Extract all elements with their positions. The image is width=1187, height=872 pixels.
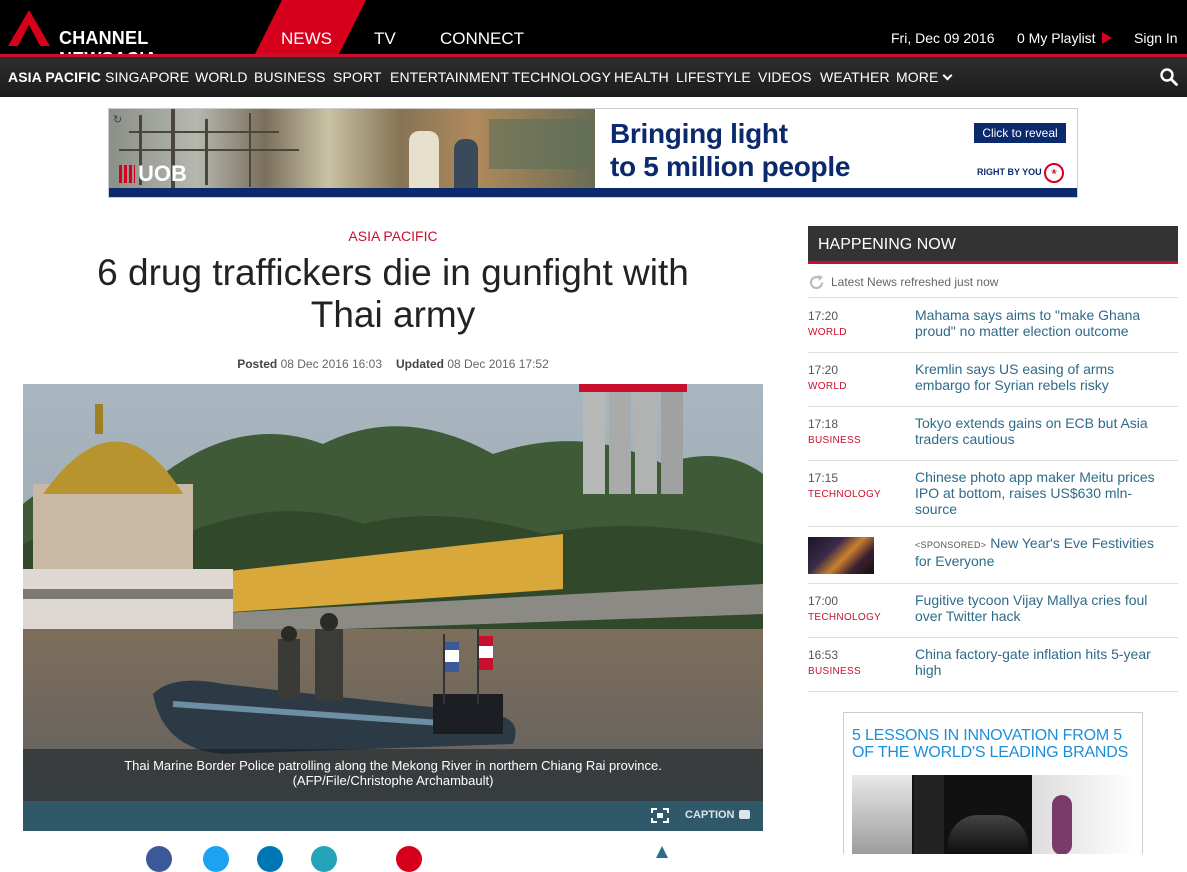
nav-health[interactable]: HEALTH	[614, 69, 669, 85]
nav-technology[interactable]: TECHNOLOGY	[512, 69, 611, 85]
playlist-add-icon[interactable]	[396, 846, 422, 872]
nav-asia-pacific[interactable]: ASIA PACIFIC	[8, 69, 101, 85]
search-icon[interactable]	[1160, 68, 1178, 86]
sponsored-item[interactable]: <SPONSORED> New Year's Eve Festivities f…	[808, 527, 1178, 584]
news-headline-link[interactable]: Fugitive tycoon Vijay Mallya cries foul …	[915, 592, 1165, 624]
news-time: 17:15	[808, 471, 839, 485]
happening-now-header: HAPPENING NOW	[808, 226, 1178, 264]
news-category: BUSINESS	[808, 666, 861, 677]
twitter-share-icon[interactable]	[203, 846, 229, 872]
speech-bubble-icon	[738, 810, 750, 819]
ad-bottom-bar	[109, 188, 1077, 197]
refresh-text: Latest News refreshed just now	[831, 275, 999, 289]
nav-more-label: MORE	[896, 69, 939, 85]
my-playlist-link[interactable]: 0 My Playlist	[1017, 30, 1112, 46]
share-buttons	[146, 846, 686, 872]
channel-newsasia-logo[interactable]: CHANNEL NEWSASIA	[8, 10, 248, 69]
updated-time: 08 Dec 2016 17:52	[447, 357, 549, 371]
playlist-label: 0 My Playlist	[1017, 30, 1096, 46]
news-time: 17:18	[808, 417, 839, 431]
current-date: Fri, Dec 09 2016	[891, 30, 995, 46]
section-nav: ASIA PACIFIC SINGAPORE WORLD BUSINESS SP…	[0, 57, 1187, 97]
article-photo: Thai Marine Border Police patrolling alo…	[23, 384, 763, 831]
uob-mark-icon	[119, 165, 135, 183]
linkedin-share-icon[interactable]	[257, 846, 283, 872]
play-icon	[1101, 32, 1112, 44]
tab-news-label: NEWS	[281, 29, 332, 48]
email-share-icon[interactable]	[311, 846, 337, 872]
ad-headline: Bringing light to 5 million people	[610, 118, 851, 182]
news-category: TECHNOLOGY	[808, 489, 882, 500]
nav-singapore[interactable]: SINGAPORE	[105, 69, 189, 85]
news-time: 16:53	[808, 648, 839, 662]
news-headline-link[interactable]: Mahama says aims to "make Ghana proud" n…	[915, 307, 1165, 339]
news-time: 17:00	[808, 594, 839, 608]
nav-entertainment[interactable]: ENTERTAINMENT	[390, 69, 509, 85]
caption-button-label: CAPTION	[685, 809, 735, 821]
news-item[interactable]: 17:15 TECHNOLOGY Chinese photo app maker…	[808, 461, 1178, 527]
sponsored-headline-link[interactable]: <SPONSORED> New Year's Eve Festivities f…	[915, 535, 1165, 569]
news-time: 17:20	[808, 363, 839, 377]
uob-seal-icon: ❀	[1044, 163, 1064, 183]
article-section-link[interactable]: ASIA PACIFIC	[23, 228, 763, 244]
news-category: WORLD	[808, 327, 847, 338]
uob-ad-banner[interactable]: ↻ UOB Bringing light to 5 million people…	[108, 108, 1078, 198]
font-size-icon[interactable]	[656, 846, 668, 858]
ad-tagline: RIGHT BY YOU	[977, 167, 1042, 177]
fullscreen-icon[interactable]	[651, 808, 669, 823]
sign-in-link[interactable]: Sign In	[1134, 30, 1178, 46]
tab-tv[interactable]: TV	[374, 29, 396, 49]
tab-news[interactable]: NEWS	[254, 0, 366, 56]
top-bar: CHANNEL NEWSASIA NEWS TV CONNECT Fri, De…	[0, 0, 1187, 69]
news-category: WORLD	[808, 381, 847, 392]
news-category: TECHNOLOGY	[808, 612, 882, 623]
nav-sport[interactable]: SPORT	[333, 69, 381, 85]
sidebar-ad[interactable]: 5 LESSONS IN INNOVATION FROM 5 OF THE WO…	[843, 712, 1143, 854]
news-headline-link[interactable]: Kremlin says US easing of arms embargo f…	[915, 361, 1165, 393]
ad-refresh-icon[interactable]: ↻	[113, 113, 125, 126]
chevron-down-icon	[942, 70, 953, 81]
nav-business[interactable]: BUSINESS	[254, 69, 326, 85]
news-headline-link[interactable]: Tokyo extends gains on ECB but Asia trad…	[915, 415, 1165, 447]
updated-label: Updated	[396, 357, 444, 371]
sponsored-thumbnail	[808, 537, 874, 574]
nav-more[interactable]: MORE	[896, 69, 953, 85]
sidebar-ad-image	[852, 775, 1136, 854]
news-item[interactable]: 17:20 WORLD Mahama says aims to "make Gh…	[808, 299, 1178, 353]
refresh-status: Latest News refreshed just now	[808, 272, 1178, 298]
posted-time: 08 Dec 2016 16:03	[280, 357, 382, 371]
tab-connect[interactable]: CONNECT	[440, 29, 524, 49]
nav-weather[interactable]: WEATHER	[820, 69, 890, 85]
happening-now-title: HAPPENING NOW	[818, 236, 956, 253]
ad-photo: ↻ UOB	[109, 109, 595, 189]
news-headline-link[interactable]: Chinese photo app maker Meitu prices IPO…	[915, 469, 1165, 517]
article-headline: 6 drug traffickers die in gunfight with …	[97, 252, 689, 335]
refresh-icon[interactable]	[808, 274, 825, 291]
photo-caption: Thai Marine Border Police patrolling alo…	[124, 758, 662, 788]
sponsored-label: <SPONSORED>	[915, 540, 987, 550]
facebook-share-icon[interactable]	[146, 846, 172, 872]
logo-icon	[8, 10, 50, 46]
uob-logo: UOB	[119, 161, 187, 187]
news-time: 17:20	[808, 309, 839, 323]
nav-world[interactable]: WORLD	[195, 69, 248, 85]
news-headline-link[interactable]: China factory-gate inflation hits 5-year…	[915, 646, 1165, 678]
news-item[interactable]: 17:18 BUSINESS Tokyo extends gains on EC…	[808, 407, 1178, 461]
caption-toggle-button[interactable]: CAPTION	[685, 809, 750, 821]
sidebar-ad-title: 5 LESSONS IN INNOVATION FROM 5 OF THE WO…	[852, 727, 1129, 761]
ad-click-to-reveal-button[interactable]: Click to reveal	[974, 123, 1066, 143]
news-item[interactable]: 17:00 TECHNOLOGY Fugitive tycoon Vijay M…	[808, 584, 1178, 638]
nav-videos[interactable]: VIDEOS	[758, 69, 812, 85]
nav-lifestyle[interactable]: LIFESTYLE	[676, 69, 751, 85]
posted-label: Posted	[237, 357, 278, 371]
news-item[interactable]: 16:53 BUSINESS China factory-gate inflat…	[808, 638, 1178, 692]
article-timestamps: Posted 08 Dec 2016 16:03 Updated 08 Dec 2…	[23, 357, 763, 371]
news-category: BUSINESS	[808, 435, 861, 446]
news-item[interactable]: 17:20 WORLD Kremlin says US easing of ar…	[808, 353, 1178, 407]
